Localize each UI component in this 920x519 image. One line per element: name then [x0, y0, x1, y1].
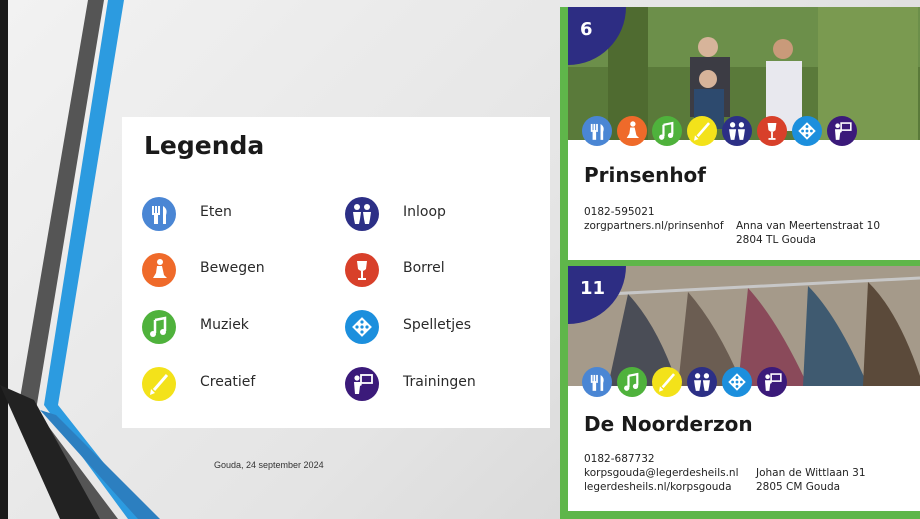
address-block: Anna van Meertenstraat 10 2804 TL Gouda [736, 219, 880, 247]
brush-icon [142, 367, 176, 401]
dice-icon [722, 367, 752, 397]
city-postcode: 2805 CM Gouda [756, 481, 841, 493]
card-number: 11 [580, 278, 606, 299]
exercise-icon [142, 253, 176, 287]
legend-label: Borrel [403, 260, 445, 276]
slide: Legenda Eten Bewegen Muziek Creatief Inl… [0, 0, 920, 519]
street-address: Johan de Wittlaan 31 [756, 467, 866, 479]
activity-icons [582, 116, 857, 146]
location-title: De Noorderzon [584, 412, 753, 436]
phone-number: 0182-687732 [584, 453, 655, 465]
legend-label: Spelletjes [403, 317, 472, 333]
brush-icon [687, 116, 717, 146]
presenter-icon [345, 367, 379, 401]
card-number: 6 [580, 19, 593, 40]
legend-label: Trainingen [403, 374, 476, 390]
brush-icon [652, 367, 682, 397]
cutlery-icon [142, 197, 176, 231]
presenter-icon [827, 116, 857, 146]
presenter-icon [757, 367, 787, 397]
legend-label: Inloop [403, 204, 446, 220]
legend-label: Eten [200, 204, 232, 220]
street-address: Anna van Meertenstraat 10 [736, 220, 881, 232]
phone-number: 0182-595021 [584, 206, 655, 218]
website-link[interactable]: legerdesheils.nl/korpsgouda [584, 480, 739, 494]
contact-block: 0182-687732 korpsgouda@legerdesheils.nl … [584, 452, 739, 494]
legend-label: Bewegen [200, 260, 265, 276]
dice-icon [792, 116, 822, 146]
dice-icon [345, 310, 379, 344]
exercise-icon [617, 116, 647, 146]
legend-label: Muziek [200, 317, 249, 333]
music-note-icon [142, 310, 176, 344]
legend-card: Legenda Eten Bewegen Muziek Creatief Inl… [122, 117, 550, 428]
people-icon [722, 116, 752, 146]
cutlery-icon [582, 367, 612, 397]
contact-block: 0182-595021 zorgpartners.nl/prinsenhof [584, 205, 724, 233]
address-block: Johan de Wittlaan 31 2805 CM Gouda [756, 466, 866, 494]
locations-panel: 6 Prinsenhof 0182-595021 zorgpartners.nl… [560, 7, 920, 519]
legend-label: Creatief [200, 374, 256, 390]
people-icon [687, 367, 717, 397]
website-link[interactable]: zorgpartners.nl/prinsenhof [584, 219, 724, 233]
footer-date: Gouda, 24 september 2024 [214, 460, 324, 470]
legend-title: Legenda [144, 131, 265, 160]
wine-glass-icon [757, 116, 787, 146]
music-note-icon [652, 116, 682, 146]
email-link[interactable]: korpsgouda@legerdesheils.nl [584, 466, 739, 480]
location-card-de-noorderzon: 11 De Noorderzon 0182-687732 korpsgouda@… [568, 266, 920, 511]
location-title: Prinsenhof [584, 163, 707, 187]
people-icon [345, 197, 379, 231]
activity-icons [582, 367, 787, 397]
cutlery-icon [582, 116, 612, 146]
location-card-prinsenhof: 6 Prinsenhof 0182-595021 zorgpartners.nl… [568, 7, 920, 260]
wine-glass-icon [345, 253, 379, 287]
music-note-icon [617, 367, 647, 397]
city-postcode: 2804 TL Gouda [736, 234, 816, 246]
